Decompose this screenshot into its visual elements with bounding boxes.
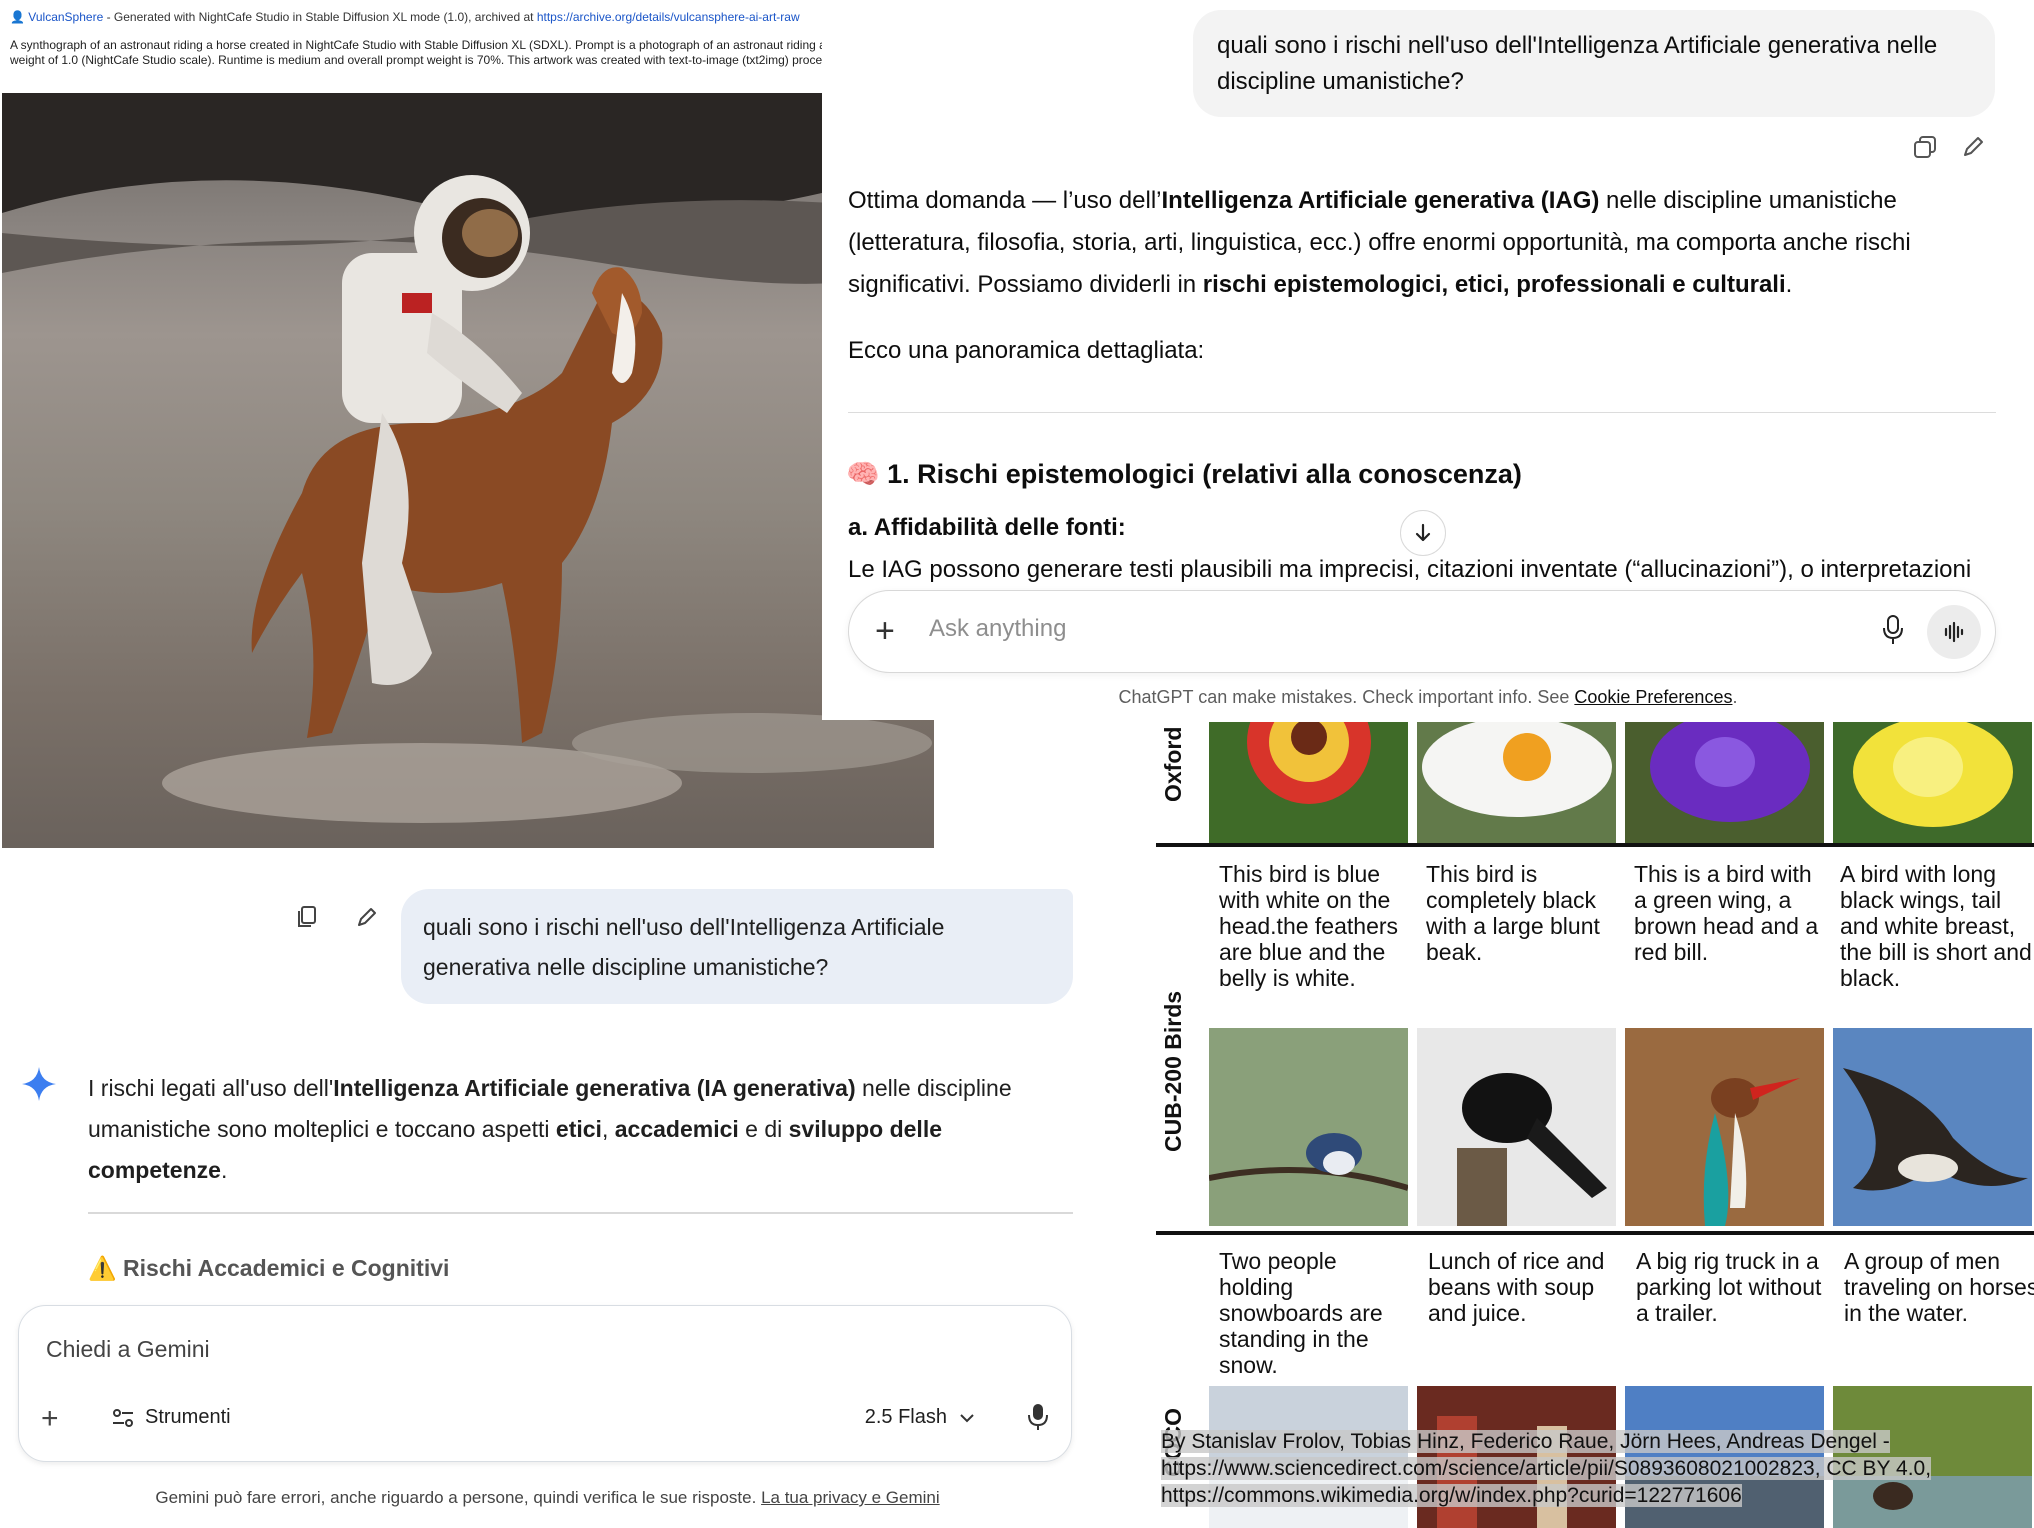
- gemini-edit-icon[interactable]: [350, 900, 384, 934]
- gemini-section-heading: ⚠️ Rischi Accademici e Cognitivi: [88, 1255, 450, 1281]
- flower-image: [1209, 722, 1408, 843]
- bird-caption: This bird is blue with white on the head…: [1219, 861, 1399, 991]
- scroll-down-button[interactable]: [1400, 510, 1446, 556]
- copy-icon[interactable]: [1908, 130, 1942, 164]
- divider: [1156, 843, 2034, 847]
- coco-caption: Two people holding snowboards are standi…: [1219, 1248, 1383, 1378]
- user-icon: 👤: [10, 10, 25, 24]
- archive-description: A synthograph of an astronaut riding a h…: [10, 38, 884, 67]
- flower-image: [1833, 722, 2032, 843]
- gemini-response: I rischi legati all'uso dell'Intelligenz…: [88, 1075, 1012, 1183]
- bird-image: [1625, 1028, 1824, 1226]
- dataset-figure: Oxford CUB-200 Birds This bird is blue w…: [1156, 722, 2034, 1528]
- tools-button[interactable]: Strumenti: [111, 1406, 231, 1429]
- gemini-prompt-box[interactable]: Chiedi a Gemini + Strumenti 2.5 Flash: [18, 1305, 1072, 1462]
- chatgpt-disclaimer: ChatGPT can make mistakes. Check importa…: [1118, 687, 1738, 707]
- bird-caption: This bird is completely black with a lar…: [1426, 861, 1600, 965]
- chatgpt-subheading: a. Affidabilità delle fonti:: [848, 514, 1126, 541]
- bird-caption: This is a bird with a green wing, a brow…: [1634, 861, 1819, 965]
- warning-icon: ⚠️: [88, 1255, 117, 1281]
- cookie-preferences-link[interactable]: Cookie Preferences: [1574, 687, 1732, 707]
- coco-caption: A big rig truck in a parking lot without…: [1636, 1248, 1822, 1326]
- divider: [88, 1212, 1073, 1214]
- voice-mode-button[interactable]: [1927, 605, 1981, 659]
- chatgpt-section-heading: 🧠 1. Rischi epistemologici (relativi all…: [846, 459, 1522, 489]
- privacy-link[interactable]: La tua privacy e Gemini: [761, 1488, 940, 1507]
- archive-image-panel: 👤 VulcanSphere - Generated with NightCaf…: [0, 0, 934, 850]
- chatgpt-intro: Ottima domanda — l’uso dell’Intelligenza…: [848, 187, 1911, 298]
- astronaut-horse-image: [2, 93, 934, 848]
- chatgpt-overview: Ecco una panoramica dettagliata:: [848, 337, 1205, 364]
- edit-icon[interactable]: [1956, 130, 1990, 164]
- gemini-sparkle-icon: [22, 1067, 56, 1106]
- gemini-copy-icon[interactable]: [290, 900, 324, 934]
- flower-image: [1417, 722, 1616, 843]
- caption-text: - Generated with NightCafe Studio in Sta…: [103, 10, 537, 24]
- source-link[interactable]: VulcanSphere: [28, 10, 103, 24]
- chatgpt-input-placeholder[interactable]: Ask anything: [929, 615, 1066, 643]
- gemini-input-placeholder[interactable]: Chiedi a Gemini: [46, 1336, 210, 1363]
- archive-caption: 👤 VulcanSphere - Generated with NightCaf…: [10, 10, 800, 24]
- arrow-down-icon: [1415, 523, 1431, 542]
- brain-icon: 🧠: [846, 459, 880, 489]
- bird-image: [1417, 1028, 1616, 1226]
- coco-caption: A group of men traveling on horses in th…: [1844, 1248, 2034, 1326]
- row-label-oxford: Oxford: [1160, 726, 1186, 802]
- plus-icon[interactable]: +: [41, 1402, 59, 1436]
- bird-caption: A bird with long black wings, tail and w…: [1840, 861, 2032, 991]
- waveform-icon: [1944, 621, 1964, 643]
- flower-image: [1625, 722, 1824, 843]
- divider: [848, 412, 1996, 413]
- divider: [1156, 1231, 2034, 1235]
- model-selector[interactable]: 2.5 Flash: [865, 1406, 975, 1429]
- archive-link[interactable]: https://archive.org/details/vulcansphere…: [537, 10, 800, 24]
- bird-image: [1209, 1028, 1408, 1226]
- chatgpt-response: Ottima domanda — l’uso dell’Intelligenza…: [848, 180, 1998, 396]
- chatgpt-body-line: Le IAG possono generare testi plausibili…: [848, 556, 1972, 583]
- gemini-user-message: quali sono i rischi nell'uso dell'Intell…: [401, 889, 1073, 1004]
- gemini-mic-icon[interactable]: [1027, 1402, 1049, 1437]
- coco-caption: Lunch of rice and beans with soup and ju…: [1428, 1248, 1605, 1326]
- plus-icon[interactable]: +: [875, 611, 895, 651]
- image-attribution: By Stanislav Frolov, Tobias Hinz, Federi…: [1161, 1430, 1932, 1507]
- tools-icon: [113, 1408, 133, 1427]
- chevron-down-icon: [960, 1413, 974, 1422]
- chatgpt-prompt-box[interactable]: + Ask anything: [848, 590, 1996, 673]
- chatgpt-user-message: quali sono i rischi nell'uso dell'Intell…: [1193, 10, 1995, 117]
- gemini-disclaimer: Gemini può fare errori, anche riguardo a…: [155, 1488, 940, 1507]
- bird-image: [1833, 1028, 2032, 1226]
- mic-icon[interactable]: [1881, 613, 1905, 652]
- row-label-cub: CUB-200 Birds: [1160, 990, 1186, 1152]
